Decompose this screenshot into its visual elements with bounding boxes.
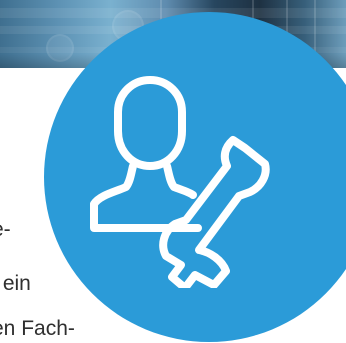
body-text-fragment-label: e- xyxy=(0,219,11,240)
body-text-fragment: e- xyxy=(0,219,18,240)
body-text-fragment-label: r ein xyxy=(0,273,31,294)
body-text-fragment: r ein xyxy=(0,273,76,294)
wrench-outline xyxy=(159,136,270,288)
user-wrench-icon xyxy=(90,76,270,288)
screenshot-root: e- r ein en Fach- xyxy=(0,0,346,343)
user-outline xyxy=(90,76,202,232)
body-text-fragment-label: en Fach- xyxy=(0,318,75,339)
body-text-fragment: en Fach- xyxy=(0,318,134,339)
